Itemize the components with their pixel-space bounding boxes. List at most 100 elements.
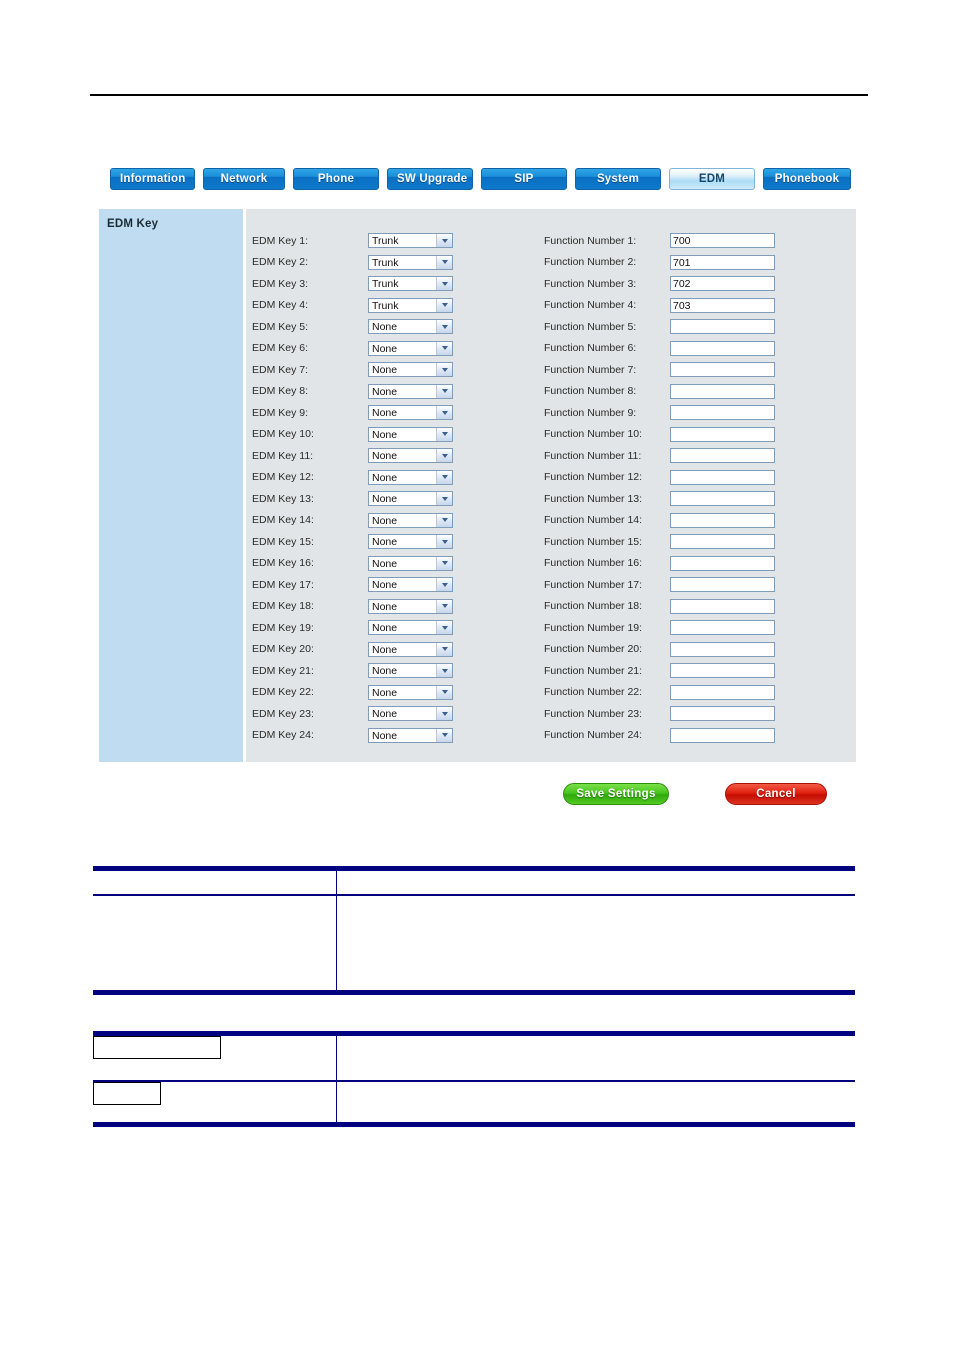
chevron-down-icon[interactable] — [436, 556, 452, 570]
tab-sip[interactable]: SIP — [481, 168, 567, 190]
chevron-down-icon[interactable] — [436, 234, 452, 248]
function-number-input[interactable] — [670, 469, 775, 485]
chevron-down-icon[interactable] — [436, 642, 452, 656]
edm-key-select-value: None — [372, 643, 398, 656]
chevron-down-icon[interactable] — [436, 255, 452, 269]
function-number-input[interactable]: 700 — [670, 233, 775, 249]
tab-phone[interactable]: Phone — [293, 168, 379, 190]
chevron-down-icon[interactable] — [436, 449, 452, 463]
chevron-down-icon[interactable] — [436, 320, 452, 334]
edm-key-label: EDM Key 21: — [252, 664, 314, 677]
edm-key-select[interactable]: None — [368, 319, 453, 335]
edm-key-select[interactable]: None — [368, 727, 453, 743]
edm-key-select[interactable]: None — [368, 641, 453, 657]
tab-edm[interactable]: EDM — [669, 168, 755, 190]
edm-key-select-value: None — [372, 450, 398, 463]
chevron-down-icon[interactable] — [436, 621, 452, 635]
function-number-input[interactable] — [670, 727, 775, 743]
function-number-input[interactable] — [670, 319, 775, 335]
edm-key-select[interactable]: None — [368, 448, 453, 464]
chevron-down-icon[interactable] — [436, 427, 452, 441]
chevron-down-icon[interactable] — [436, 384, 452, 398]
field-box-small[interactable] — [93, 1082, 161, 1105]
chevron-down-icon[interactable] — [436, 513, 452, 527]
function-number-label: Function Number 24: — [544, 729, 643, 742]
edm-key-select[interactable]: None — [368, 362, 453, 378]
function-number-input[interactable] — [670, 684, 775, 700]
edm-key-select[interactable]: None — [368, 663, 453, 679]
edm-key-select[interactable]: None — [368, 383, 453, 399]
edm-key-select[interactable]: Trunk — [368, 233, 453, 249]
edm-key-label: EDM Key 20: — [252, 643, 314, 656]
function-number-input[interactable] — [670, 534, 775, 550]
function-number-input[interactable] — [670, 512, 775, 528]
function-number-input[interactable] — [670, 598, 775, 614]
edm-key-select[interactable]: None — [368, 426, 453, 442]
edm-key-select[interactable]: None — [368, 491, 453, 507]
tab-system[interactable]: System — [575, 168, 661, 190]
edm-key-row: EDM Key 8: None Function Number 8: — [246, 381, 856, 403]
function-number-input[interactable]: 702 — [670, 276, 775, 292]
function-number-input[interactable] — [670, 405, 775, 421]
chevron-down-icon[interactable] — [436, 341, 452, 355]
function-number-input[interactable] — [670, 706, 775, 722]
edm-key-select[interactable]: None — [368, 577, 453, 593]
edm-key-select[interactable]: Trunk — [368, 276, 453, 292]
function-number-input[interactable]: 703 — [670, 297, 775, 313]
chevron-down-icon[interactable] — [436, 298, 452, 312]
edm-key-select[interactable]: Trunk — [368, 297, 453, 313]
function-number-input[interactable] — [670, 383, 775, 399]
function-number-input[interactable]: 701 — [670, 254, 775, 270]
chevron-down-icon[interactable] — [436, 277, 452, 291]
save-settings-button[interactable]: Save Settings — [563, 783, 669, 805]
tab-network[interactable]: Network — [203, 168, 285, 190]
edm-key-select[interactable]: None — [368, 684, 453, 700]
function-number-input[interactable] — [670, 491, 775, 507]
edm-key-row: EDM Key 22: None Function Number 22: — [246, 682, 856, 704]
tab-phonebook[interactable]: Phonebook — [763, 168, 851, 190]
chevron-down-icon[interactable] — [436, 685, 452, 699]
function-number-input[interactable] — [670, 577, 775, 593]
chevron-down-icon[interactable] — [436, 599, 452, 613]
chevron-down-icon[interactable] — [436, 470, 452, 484]
edm-key-label: EDM Key 18: — [252, 600, 314, 613]
function-number-input[interactable] — [670, 340, 775, 356]
edm-key-select-wrap: None — [368, 319, 456, 335]
function-number-input[interactable] — [670, 555, 775, 571]
edm-key-select-value: None — [372, 385, 398, 398]
edm-key-select[interactable]: None — [368, 405, 453, 421]
edm-key-select[interactable]: None — [368, 512, 453, 528]
edm-key-select[interactable]: None — [368, 620, 453, 636]
edm-key-select[interactable]: None — [368, 340, 453, 356]
field-box-wide[interactable] — [93, 1036, 221, 1059]
function-number-input-wrap — [670, 577, 778, 593]
tab-sw-upgrade[interactable]: SW Upgrade — [387, 168, 473, 190]
edm-key-select-value: None — [372, 493, 398, 506]
edm-key-select[interactable]: Trunk — [368, 254, 453, 270]
chevron-down-icon[interactable] — [436, 707, 452, 721]
function-number-input[interactable] — [670, 448, 775, 464]
function-number-label: Function Number 11: — [544, 449, 642, 462]
edm-key-select[interactable]: None — [368, 706, 453, 722]
chevron-down-icon[interactable] — [436, 406, 452, 420]
chevron-down-icon[interactable] — [436, 535, 452, 549]
function-number-input[interactable] — [670, 362, 775, 378]
function-number-input-wrap — [670, 620, 778, 636]
function-number-input[interactable] — [670, 620, 775, 636]
edm-key-select[interactable]: None — [368, 534, 453, 550]
edm-key-select[interactable]: None — [368, 598, 453, 614]
chevron-down-icon[interactable] — [436, 492, 452, 506]
chevron-down-icon[interactable] — [436, 664, 452, 678]
edm-key-select[interactable]: None — [368, 469, 453, 485]
function-number-input[interactable] — [670, 426, 775, 442]
table-cell — [93, 871, 337, 894]
function-number-input[interactable] — [670, 663, 775, 679]
edm-key-select-wrap: None — [368, 534, 456, 550]
chevron-down-icon[interactable] — [436, 363, 452, 377]
cancel-button[interactable]: Cancel — [725, 783, 827, 805]
tab-information[interactable]: Information — [110, 168, 195, 190]
chevron-down-icon[interactable] — [436, 578, 452, 592]
function-number-input[interactable] — [670, 641, 775, 657]
chevron-down-icon[interactable] — [436, 728, 452, 742]
edm-key-select[interactable]: None — [368, 555, 453, 571]
